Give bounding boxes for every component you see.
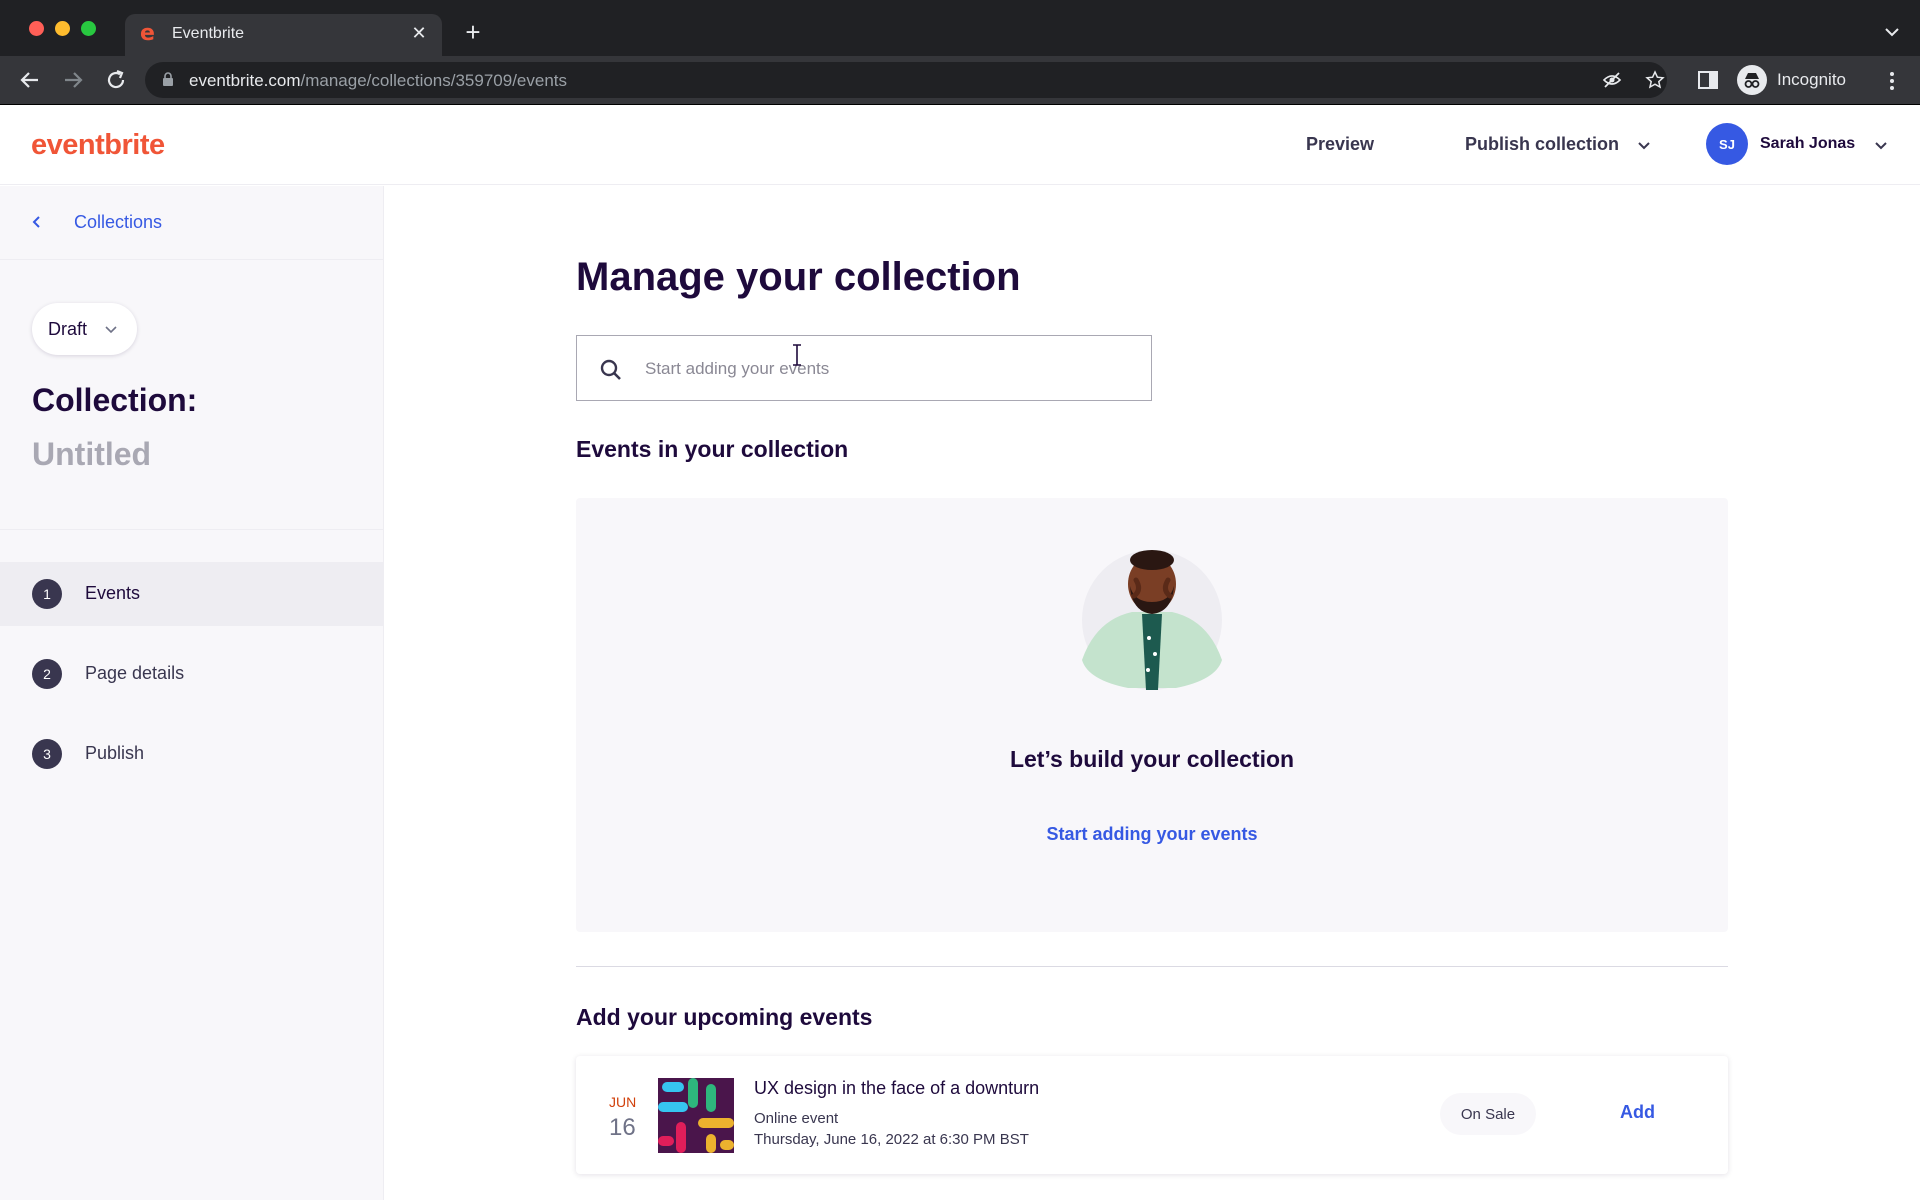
event-title[interactable]: UX design in the face of a downturn <box>754 1078 1039 1099</box>
back-arrow-icon[interactable] <box>17 67 43 93</box>
lock-icon[interactable] <box>162 72 174 87</box>
app-header: eventbrite Preview Publish collection SJ… <box>0 105 1920 185</box>
event-type: Online event <box>754 1110 839 1127</box>
event-datetime: Thursday, June 16, 2022 at 6:30 PM BST <box>754 1131 1029 1148</box>
search-input[interactable] <box>645 354 1125 384</box>
eye-slash-icon[interactable] <box>1602 70 1622 90</box>
close-window-button[interactable] <box>29 21 44 36</box>
start-adding-events-link[interactable]: Start adding your events <box>576 824 1728 845</box>
forward-arrow-icon[interactable] <box>60 67 86 93</box>
sidebar-item-publish[interactable]: 3 Publish <box>0 722 383 786</box>
sidebar-item-label: Events <box>85 583 141 603</box>
tab-title: Eventbrite <box>172 25 245 42</box>
add-event-button[interactable]: Add <box>1620 1102 1655 1123</box>
page-title: Manage your collection <box>576 255 1021 299</box>
eventbrite-logo[interactable]: eventbrite <box>31 129 165 162</box>
sidebar-item-events[interactable]: 1 Events <box>0 562 383 626</box>
sidebar-item-label: Page details <box>85 663 185 683</box>
incognito-label: Incognito <box>1777 70 1846 89</box>
events-section-heading: Events in your collection <box>576 436 849 462</box>
sidebar: Collections Draft Collection: Untitled 1… <box>0 186 384 1200</box>
browser-menu-icon[interactable] <box>1880 69 1904 93</box>
person-illustration-icon <box>1082 550 1222 690</box>
preview-button[interactable]: Preview <box>1306 134 1374 155</box>
user-menu-chevron-icon[interactable] <box>1874 139 1888 153</box>
step-number: 2 <box>32 659 62 689</box>
empty-state-title: Let’s build your collection <box>1009 746 1295 772</box>
incognito-indicator[interactable]: Incognito <box>1737 61 1846 99</box>
list-item[interactable]: JUN 16 UX design in the face of a downtu… <box>576 1056 1728 1174</box>
tab-search-chevron-icon[interactable] <box>1882 22 1902 42</box>
incognito-icon <box>1737 65 1767 95</box>
eventbrite-favicon-icon: e <box>140 21 155 46</box>
user-name[interactable]: Sarah Jonas <box>1760 135 1855 153</box>
text-cursor-icon <box>793 344 801 366</box>
empty-state: Let’s build your collection Start adding… <box>576 498 1728 932</box>
bookmark-star-icon[interactable] <box>1645 70 1665 90</box>
reload-icon[interactable] <box>103 67 129 93</box>
divider <box>576 966 1728 967</box>
status-label: Draft <box>48 319 88 339</box>
chevron-down-icon <box>105 326 117 334</box>
event-thumbnail <box>658 1078 734 1153</box>
sidebar-item-page-details[interactable]: 2 Page details <box>0 642 383 706</box>
collections-link[interactable]: Collections <box>74 212 162 233</box>
step-number: 3 <box>32 739 62 769</box>
event-day: 16 <box>609 1114 636 1141</box>
event-month: JUN <box>609 1094 637 1110</box>
status-dropdown[interactable]: Draft <box>32 303 137 355</box>
breadcrumb[interactable]: Collections <box>0 186 383 260</box>
status-badge: On Sale <box>1440 1093 1536 1135</box>
side-panel-icon[interactable] <box>1697 69 1719 91</box>
browser-tab[interactable]: e Eventbrite ✕ <box>125 14 442 56</box>
collection-name: Untitled <box>32 436 152 472</box>
browser-tab-bar: e Eventbrite ✕ + <box>0 0 1920 56</box>
minimize-window-button[interactable] <box>55 21 70 36</box>
maximize-window-button[interactable] <box>81 21 96 36</box>
avatar[interactable]: SJ <box>1706 123 1748 165</box>
browser-toolbar: eventbrite.com/manage/collections/359709… <box>0 56 1920 105</box>
chevron-down-icon[interactable] <box>1637 139 1651 153</box>
upcoming-section-heading: Add your upcoming events <box>576 1004 873 1030</box>
divider <box>0 529 383 530</box>
chevron-left-icon[interactable] <box>30 215 44 229</box>
publish-collection-button[interactable]: Publish collection <box>1465 134 1619 155</box>
new-tab-icon[interactable]: + <box>459 18 487 46</box>
url-text: eventbrite.com/manage/collections/359709… <box>189 71 568 90</box>
event-search-box[interactable] <box>576 335 1152 401</box>
address-bar[interactable]: eventbrite.com/manage/collections/359709… <box>145 62 1667 98</box>
search-icon <box>600 359 621 380</box>
sidebar-item-label: Publish <box>85 743 145 763</box>
step-number: 1 <box>32 579 62 609</box>
collection-label: Collection: <box>32 382 198 418</box>
close-tab-icon[interactable]: ✕ <box>408 22 430 44</box>
